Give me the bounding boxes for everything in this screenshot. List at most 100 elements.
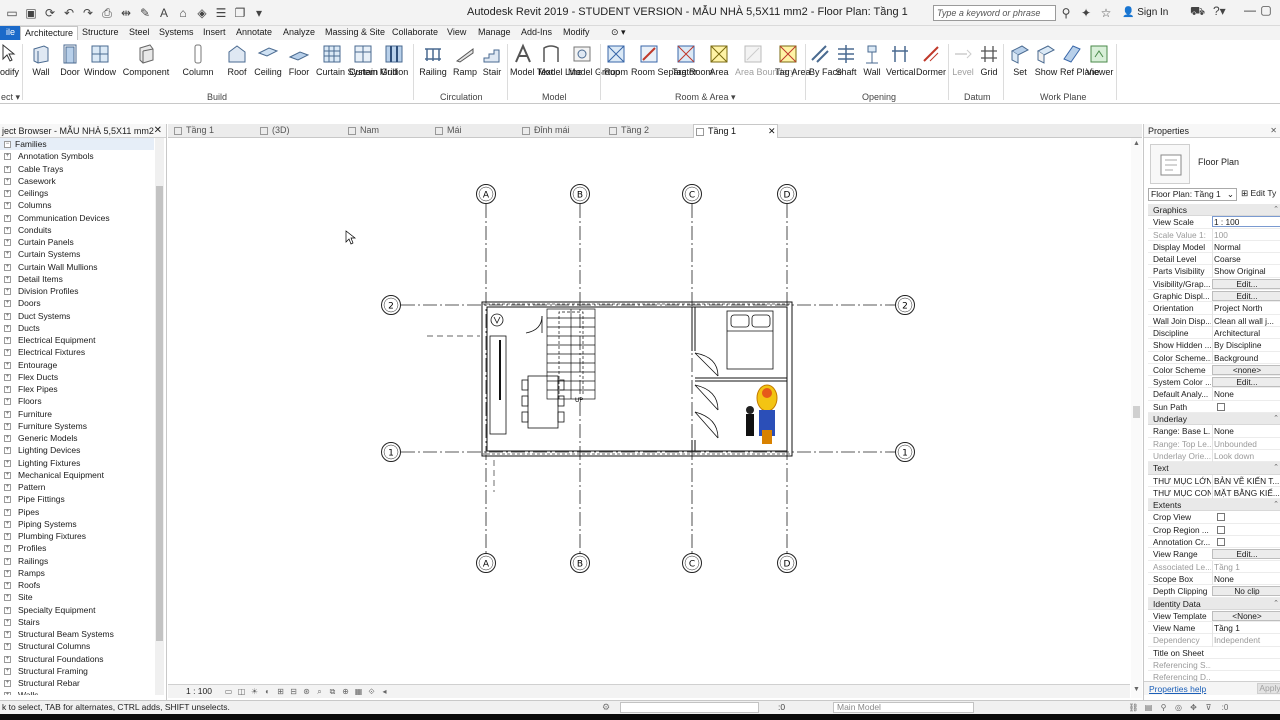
property-section[interactable]: Identity Data ⌃ bbox=[1148, 597, 1280, 610]
property-value[interactable]: Architectural bbox=[1212, 326, 1280, 340]
expand-icon[interactable]: + bbox=[4, 177, 11, 185]
property-value[interactable]: By Discipline bbox=[1212, 339, 1280, 352]
column-tool[interactable]: Column bbox=[182, 43, 214, 77]
collapse-section-icon[interactable]: ⌃ bbox=[1273, 204, 1279, 216]
expand-icon[interactable]: + bbox=[4, 496, 11, 504]
expand-icon[interactable]: + bbox=[4, 459, 11, 467]
expand-icon[interactable]: + bbox=[4, 606, 11, 614]
tree-item[interactable]: + Lighting Devices bbox=[0, 444, 154, 456]
tree-item[interactable]: + Ramps bbox=[0, 567, 154, 579]
tree-root-families[interactable]: − Families bbox=[0, 138, 154, 151]
subscription-icon[interactable]: ✦ bbox=[1078, 5, 1094, 21]
tree-item[interactable]: + Mechanical Equipment bbox=[0, 469, 154, 481]
property-edit-button[interactable]: <none> bbox=[1212, 364, 1280, 375]
tree-item[interactable]: + Stairs bbox=[0, 616, 154, 628]
expand-icon[interactable]: + bbox=[4, 153, 11, 161]
sun-path-icon[interactable]: ☀ bbox=[249, 686, 260, 697]
tab-modify[interactable]: Modify bbox=[559, 26, 594, 40]
view-tab-tang1-a[interactable]: Tầng 1 bbox=[172, 124, 258, 138]
expand-icon[interactable]: + bbox=[4, 692, 11, 695]
expand-icon[interactable]: + bbox=[4, 655, 11, 663]
expand-icon[interactable]: + bbox=[4, 447, 11, 455]
filter-icon[interactable]: ⊽ bbox=[1203, 702, 1214, 713]
tree-item[interactable]: + Columns bbox=[0, 199, 154, 211]
tree-item[interactable]: + Structural Columns bbox=[0, 640, 154, 652]
property-checkbox[interactable] bbox=[1217, 402, 1225, 411]
collapse-icon[interactable]: − bbox=[4, 141, 11, 148]
tree-item[interactable]: + Communication Devices bbox=[0, 212, 154, 224]
binoculars-icon[interactable]: ⚲ bbox=[1058, 5, 1074, 21]
tree-item[interactable]: + Ceilings bbox=[0, 187, 154, 199]
tree-item[interactable]: + Cable Trays bbox=[0, 163, 154, 175]
modify-tool[interactable]: odify bbox=[0, 43, 19, 77]
panel-room-area-label[interactable]: Room & Area ▾ bbox=[675, 92, 736, 103]
worksets-icon[interactable]: ⚙ bbox=[602, 702, 610, 713]
sign-in-button[interactable]: 👤 Sign In bbox=[1122, 7, 1168, 18]
reveal-hidden-icon[interactable]: ⌕ bbox=[314, 686, 325, 697]
door-tool[interactable]: Door bbox=[59, 43, 81, 77]
tree-item[interactable]: + Railings bbox=[0, 555, 154, 567]
expand-icon[interactable]: + bbox=[4, 680, 11, 687]
crop-view-icon[interactable]: ⊞ bbox=[275, 686, 286, 697]
dormer-tool[interactable]: Dormer bbox=[916, 43, 946, 77]
view-scale-button[interactable]: 1 : 100 bbox=[186, 686, 212, 696]
expand-icon[interactable]: + bbox=[4, 520, 11, 528]
tree-item[interactable]: + Conduits bbox=[0, 224, 154, 236]
tab-annotate[interactable]: Annotate bbox=[232, 26, 276, 40]
redo-icon[interactable]: ↷ bbox=[80, 5, 96, 21]
switch-windows-icon[interactable]: ❐ bbox=[232, 5, 248, 21]
room-separator-tool[interactable]: Room Separator bbox=[631, 43, 697, 77]
3d-view-icon[interactable]: ⌂ bbox=[175, 5, 191, 21]
property-value[interactable]: None bbox=[1212, 388, 1280, 401]
property-value[interactable]: Normal bbox=[1212, 240, 1280, 254]
expand-icon[interactable]: + bbox=[4, 471, 11, 479]
expand-icon[interactable]: + bbox=[4, 643, 11, 651]
canvas-scrollbar[interactable]: ▲ ▼ bbox=[1131, 138, 1142, 698]
tree-item[interactable]: +Walls bbox=[0, 689, 154, 695]
collapse-section-icon[interactable]: ⌃ bbox=[1273, 499, 1279, 511]
restore-icon[interactable]: ▢ bbox=[1258, 3, 1274, 21]
tab-manage[interactable]: Manage bbox=[474, 26, 515, 40]
tree-item[interactable]: + Generic Models bbox=[0, 432, 154, 444]
property-value[interactable]: None bbox=[1212, 425, 1280, 438]
design-option-dropdown[interactable]: Main Model bbox=[833, 702, 974, 713]
tree-item[interactable]: + Structural Foundations bbox=[0, 653, 154, 665]
property-value[interactable]: Tầng 1 bbox=[1212, 622, 1280, 635]
expand-icon[interactable]: + bbox=[4, 618, 11, 626]
thin-lines-icon[interactable]: ☰ bbox=[213, 5, 229, 21]
tree-item[interactable]: + Curtain Wall Mullions bbox=[0, 261, 154, 273]
search-input[interactable]: Type a keyword or phrase bbox=[933, 5, 1056, 21]
tab-add-ins[interactable]: Add-Ins bbox=[517, 26, 556, 40]
select-dropdown[interactable]: ect ▾ bbox=[1, 92, 20, 103]
view-tab-nam[interactable]: Nam bbox=[346, 124, 433, 138]
star-icon[interactable]: ☆ bbox=[1098, 5, 1114, 21]
property-checkbox[interactable] bbox=[1217, 538, 1225, 547]
tree-item[interactable]: + Structural Beam Systems bbox=[0, 628, 154, 640]
level-tool[interactable]: Level bbox=[951, 43, 975, 77]
expand-icon[interactable]: + bbox=[4, 263, 11, 271]
expand-icon[interactable]: + bbox=[4, 484, 11, 491]
room-tool[interactable]: Room bbox=[604, 43, 628, 77]
tab-steel[interactable]: Steel bbox=[125, 26, 154, 40]
select-links-icon[interactable]: ⛓ bbox=[1128, 702, 1139, 713]
property-checkbox[interactable] bbox=[1217, 513, 1225, 522]
property-value[interactable]: Project North bbox=[1212, 302, 1280, 315]
customize-qat-icon[interactable]: ▾ bbox=[251, 5, 267, 21]
print-icon[interactable]: ⎙ bbox=[99, 5, 115, 21]
select-pinned-icon[interactable]: ⚲ bbox=[1158, 702, 1169, 713]
expand-icon[interactable]: + bbox=[4, 190, 11, 197]
open-icon[interactable]: ▭ bbox=[4, 5, 20, 21]
highlight-icon[interactable]: ▦ bbox=[353, 686, 364, 697]
tree-item[interactable]: + Electrical Equipment bbox=[0, 334, 154, 346]
property-value[interactable]: 1 : 100 bbox=[1212, 216, 1280, 228]
property-value[interactable]: Show Original bbox=[1212, 265, 1280, 278]
scroll-left-icon[interactable]: ◂ bbox=[379, 686, 390, 697]
tab-structure[interactable]: Structure bbox=[78, 26, 123, 40]
property-value[interactable]: Background bbox=[1212, 351, 1280, 364]
type-selector-dropdown[interactable]: Floor Plan: Tầng 1 ⌄ bbox=[1148, 188, 1237, 201]
cart-icon[interactable]: ⛟ bbox=[1190, 4, 1206, 20]
expand-icon[interactable]: + bbox=[4, 312, 11, 320]
set-tool[interactable]: Set bbox=[1008, 43, 1032, 77]
wall-opening-tool[interactable]: Wall bbox=[861, 43, 883, 77]
expand-icon[interactable]: + bbox=[4, 569, 11, 577]
